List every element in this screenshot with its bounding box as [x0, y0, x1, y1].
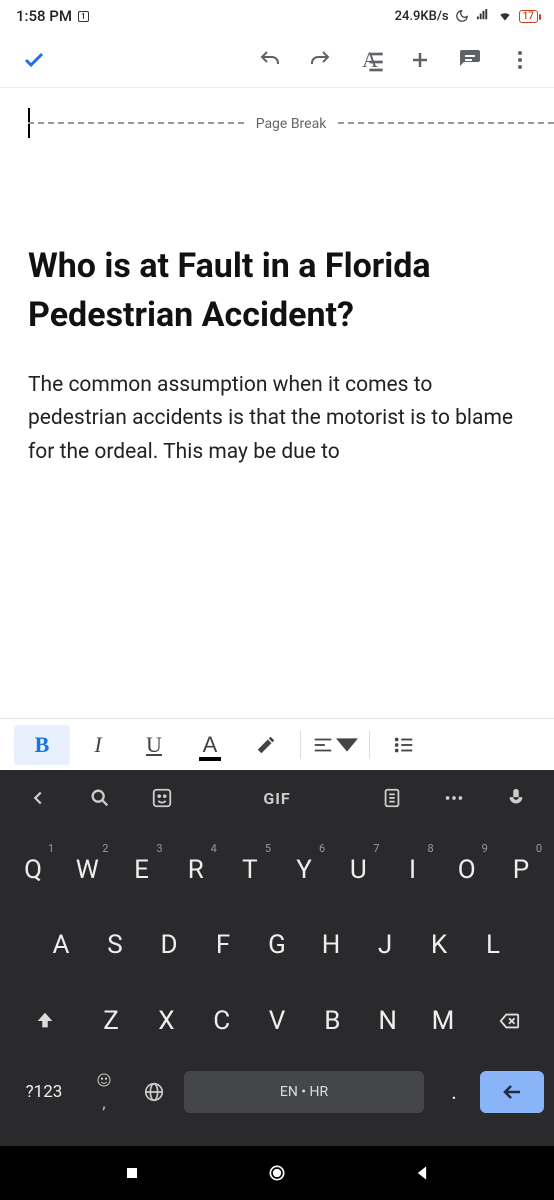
- document-body[interactable]: The common assumption when it comes to p…: [28, 369, 526, 470]
- period-key[interactable]: .: [430, 1066, 478, 1118]
- key-X[interactable]: X: [139, 991, 194, 1051]
- key-D[interactable]: D: [142, 915, 196, 975]
- key-P[interactable]: P0: [494, 840, 548, 900]
- undo-button[interactable]: [248, 38, 292, 82]
- emoji-key[interactable]: ,: [80, 1066, 128, 1118]
- done-button[interactable]: [12, 38, 56, 82]
- status-app-indicator: 1: [78, 11, 89, 22]
- underline-button[interactable]: U: [126, 725, 182, 765]
- key-Y[interactable]: Y6: [277, 840, 331, 900]
- text-color-button[interactable]: A: [182, 725, 238, 765]
- kb-mic-button[interactable]: [488, 778, 544, 818]
- key-S[interactable]: S: [88, 915, 142, 975]
- comment-button[interactable]: [448, 38, 492, 82]
- key-K[interactable]: K: [412, 915, 466, 975]
- key-N[interactable]: N: [360, 991, 415, 1051]
- shift-key[interactable]: [6, 991, 83, 1051]
- key-U[interactable]: U7: [331, 840, 385, 900]
- kb-collapse-button[interactable]: [10, 778, 66, 818]
- key-O[interactable]: O9: [440, 840, 494, 900]
- kb-clipboard-button[interactable]: [364, 778, 420, 818]
- key-H[interactable]: H: [304, 915, 358, 975]
- kb-sticker-button[interactable]: [134, 778, 190, 818]
- key-A[interactable]: A: [34, 915, 88, 975]
- soft-keyboard: GIF Q1W2E3R4T5Y6U7I8O9P0 ASDFGHJKL ZXCVB…: [0, 770, 554, 1146]
- italic-button[interactable]: I: [70, 725, 126, 765]
- key-G[interactable]: G: [250, 915, 304, 975]
- kb-gif-button[interactable]: GIF: [196, 778, 358, 818]
- bold-button[interactable]: B: [14, 725, 70, 765]
- redo-button[interactable]: [298, 38, 342, 82]
- language-key[interactable]: [130, 1066, 178, 1118]
- status-time: 1:58 PM: [16, 7, 72, 25]
- key-I[interactable]: I8: [385, 840, 439, 900]
- navigation-bar: [0, 1146, 554, 1200]
- key-M[interactable]: M: [415, 991, 470, 1051]
- key-B[interactable]: B: [305, 991, 360, 1051]
- key-W[interactable]: W2: [60, 840, 114, 900]
- key-Z[interactable]: Z: [83, 991, 138, 1051]
- space-key[interactable]: EN • HR: [184, 1071, 424, 1113]
- nav-recent-button[interactable]: [112, 1153, 152, 1193]
- text-format-button[interactable]: A: [348, 38, 392, 82]
- document-editor[interactable]: Page Break Who is at Fault in a Florida …: [0, 88, 554, 688]
- backspace-key[interactable]: [471, 991, 548, 1051]
- align-button[interactable]: [307, 725, 363, 765]
- page-break-indicator: Page Break: [28, 122, 554, 143]
- moon-icon: [455, 9, 469, 23]
- nav-home-button[interactable]: [257, 1153, 297, 1193]
- status-net-speed: 24.9KB/s: [395, 9, 449, 24]
- battery-indicator: 17: [519, 10, 538, 23]
- key-C[interactable]: C: [194, 991, 249, 1051]
- key-T[interactable]: T5: [223, 840, 277, 900]
- wifi-icon: [497, 9, 513, 23]
- key-V[interactable]: V: [249, 991, 304, 1051]
- key-Q[interactable]: Q1: [6, 840, 60, 900]
- signal-icon: [475, 9, 491, 23]
- kb-more-button[interactable]: [426, 778, 482, 818]
- list-button[interactable]: [376, 725, 432, 765]
- nav-back-button[interactable]: [402, 1153, 442, 1193]
- enter-key[interactable]: [480, 1071, 544, 1113]
- status-bar: 1:58 PM 1 24.9KB/s 17: [0, 0, 554, 32]
- format-toolbar: B I U A: [0, 718, 554, 770]
- kb-search-button[interactable]: [72, 778, 128, 818]
- app-toolbar: A: [0, 32, 554, 88]
- more-button[interactable]: [498, 38, 542, 82]
- symbols-key[interactable]: ?123: [10, 1066, 78, 1118]
- key-L[interactable]: L: [466, 915, 520, 975]
- key-R[interactable]: R4: [169, 840, 223, 900]
- highlight-button[interactable]: [238, 725, 294, 765]
- key-E[interactable]: E3: [114, 840, 168, 900]
- key-J[interactable]: J: [358, 915, 412, 975]
- insert-button[interactable]: [398, 38, 442, 82]
- document-heading[interactable]: Who is at Fault in a Florida Pedestrian …: [28, 242, 526, 341]
- key-F[interactable]: F: [196, 915, 250, 975]
